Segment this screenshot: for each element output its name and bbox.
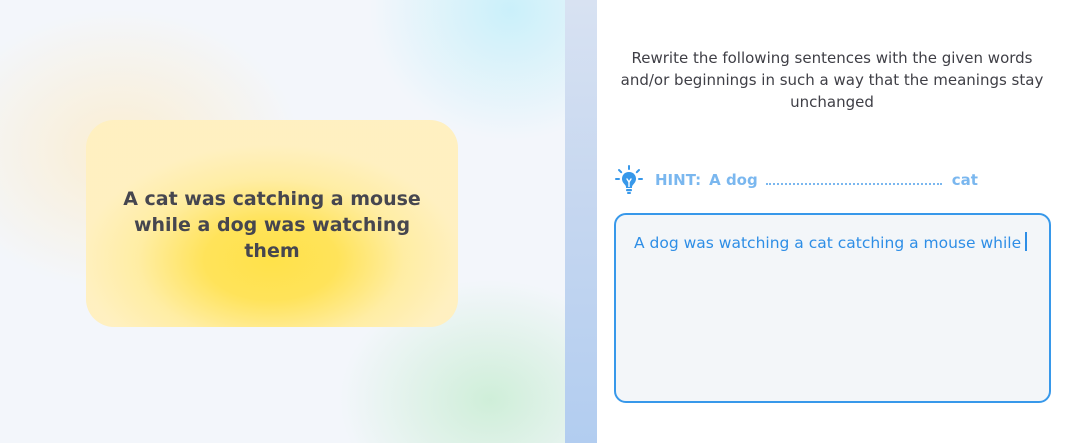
text-caret xyxy=(1025,232,1027,251)
prompt-sentence: A cat was catching a mouse while a dog w… xyxy=(123,187,421,262)
lightbulb-icon xyxy=(615,165,643,195)
prompt-card: A cat was catching a mouse while a dog w… xyxy=(86,120,458,327)
hint-start-word: A dog xyxy=(709,171,758,189)
panel-divider xyxy=(565,0,597,443)
exercise-screen: A cat was catching a mouse while a dog w… xyxy=(0,0,1067,443)
hint-row: HINT: A dog cat xyxy=(615,165,978,195)
answer-value: A dog was watching a cat catching a mous… xyxy=(634,234,1022,252)
hint-end-word: cat xyxy=(951,171,978,189)
instructions-text: Rewrite the following sentences with the… xyxy=(620,49,1044,111)
hint-blank xyxy=(765,183,942,185)
answer-input[interactable]: A dog was watching a cat catching a mous… xyxy=(614,213,1051,403)
hint-label: HINT: xyxy=(655,171,702,189)
prompt-panel: A cat was catching a mouse while a dog w… xyxy=(0,0,565,443)
answer-panel: Rewrite the following sentences with the… xyxy=(597,0,1067,443)
